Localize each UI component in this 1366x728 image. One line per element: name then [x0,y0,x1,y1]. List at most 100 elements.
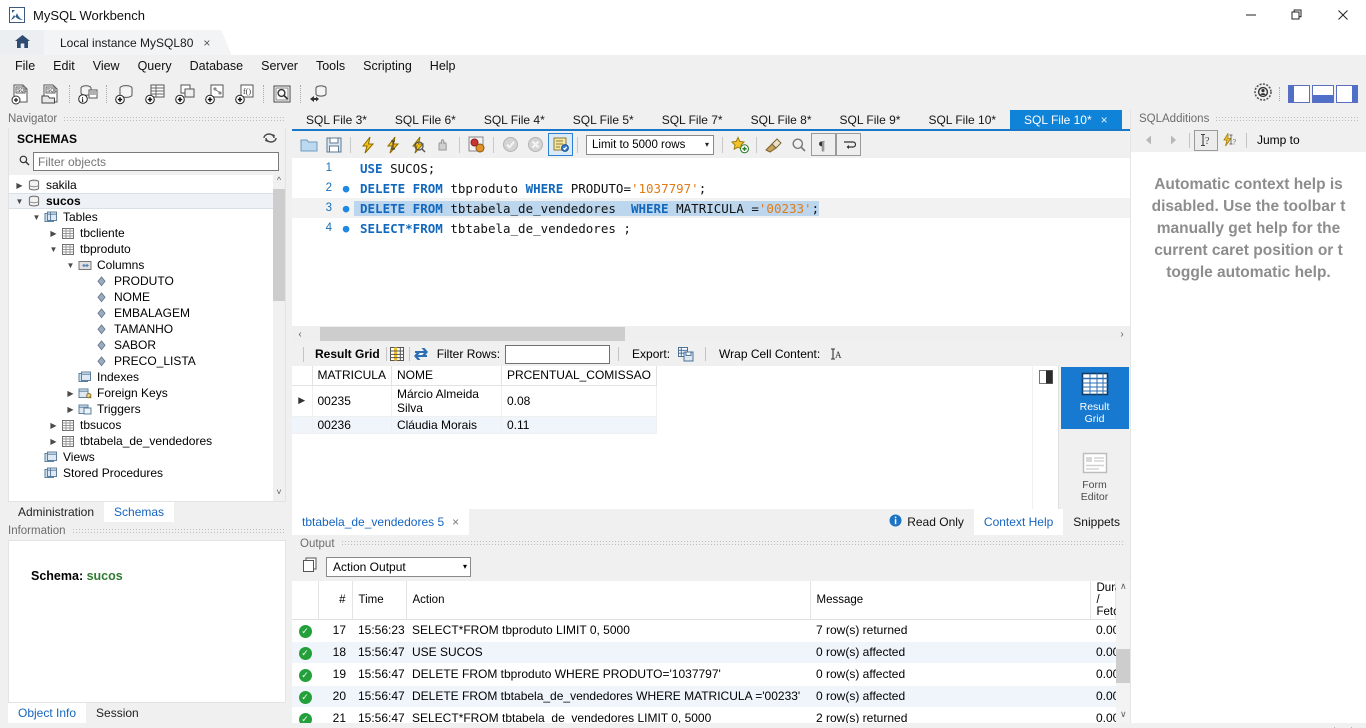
layout-secondary-sidebar-icon[interactable] [1336,84,1358,103]
tree-node-stored-procedures[interactable]: Stored Procedures [9,465,285,481]
fetch-rows-icon[interactable] [1038,370,1053,387]
chevron-right-icon[interactable]: ▶ [64,405,77,414]
chevron-right-icon[interactable]: ▶ [64,389,77,398]
tree-node-tables[interactable]: ▼ Tables [9,209,285,225]
create-procedure-icon[interactable] [200,80,230,107]
chevron-down-icon[interactable]: ▼ [64,261,77,270]
toggle-word-wrap-icon[interactable] [836,133,861,156]
row-limit-select[interactable]: Limit to 5000 rows ▾ [586,134,714,155]
result-column-header[interactable]: PRCENTUAL_COMISSAO [501,366,657,386]
sql-tab-0[interactable]: SQL File 3* [292,110,381,129]
new-sql-tab-icon[interactable]: SQL [6,80,36,107]
chevron-right-icon[interactable]: ▶ [47,421,60,430]
statement-marker-icon[interactable]: ● [338,182,354,195]
toggle-autocommit-icon[interactable] [548,133,573,156]
output-panel-icon[interactable] [302,557,318,576]
tab-object-info[interactable]: Object Info [8,703,87,723]
sql-tab-1[interactable]: SQL File 6* [381,110,470,129]
chevron-down-icon[interactable]: ▼ [13,197,26,206]
result-cell[interactable]: 00236 [312,416,392,434]
tab-administration[interactable]: Administration [8,502,104,522]
menu-database[interactable]: Database [181,57,253,75]
chevron-down-icon[interactable]: ▾ [705,140,709,149]
new-snippet-icon[interactable] [727,133,752,156]
chevron-right-icon[interactable]: ▶ [13,181,26,190]
scrollbar-thumb[interactable] [273,189,285,301]
beautify-query-icon[interactable] [761,133,786,156]
search-data-icon[interactable] [267,80,297,107]
find-icon[interactable] [786,133,811,156]
editor-horizontal-scrollbar[interactable]: ‹ › [292,326,1130,342]
scrollbar-track[interactable] [308,327,1114,341]
home-tab[interactable] [0,30,44,55]
result-grid-button[interactable]: Result Grid [1060,367,1129,429]
layout-sidebar-icon[interactable] [1288,84,1310,103]
tree-node-embalagem[interactable]: EMBALAGEM [9,305,285,321]
list-item[interactable]: ✓ 17 15:56:23 SELECT*FROM tbproduto LIMIT 0… [292,619,1116,642]
chevron-down-icon[interactable]: ▾ [463,562,467,571]
chevron-right-icon[interactable]: ▶ [47,437,60,446]
tree-node-nome[interactable]: NOME [9,289,285,305]
code-line-2[interactable]: 2 ● DELETE FROM tbproduto WHERE PRODUTO='1… [292,178,1130,198]
toggle-stop-on-error-icon[interactable] [464,133,489,156]
connect-to-database-icon[interactable]: i [73,80,103,107]
scroll-right-icon[interactable]: › [1114,329,1130,340]
menu-edit[interactable]: Edit [44,57,84,75]
save-file-icon[interactable] [321,133,346,156]
jump-to-label[interactable]: Jump to [1251,133,1300,147]
output-type-select[interactable]: Action Output ▾ [326,556,471,577]
tree-node-sabor[interactable]: SABOR [9,337,285,353]
sql-tab-2[interactable]: SQL File 4* [470,110,559,129]
table-row[interactable]: 00236 Cláudia Morais 0.11 [292,416,657,434]
scroll-left-icon[interactable]: ‹ [292,329,308,340]
result-cell[interactable]: Márcio Almeida Silva [391,385,502,417]
auto-context-help-icon[interactable]: ? [1218,130,1242,151]
result-cell[interactable]: 0.11 [501,416,657,434]
sql-tab-5[interactable]: SQL File 8* [737,110,826,129]
list-item[interactable]: ✓ 20 15:56:47 DELETE FROM tbtabela_de_vende… [292,685,1116,708]
table-row[interactable]: ▶ 00235 Márcio Almeida Silva 0.08 [292,385,657,417]
result-cell[interactable]: 0.08 [501,385,657,417]
result-cell[interactable]: Cláudia Morais [391,416,502,434]
nav-forward-icon[interactable] [1161,130,1185,151]
action-output-scrollbar[interactable]: ∧ ∨ [1116,580,1130,723]
menu-file[interactable]: File [6,57,44,75]
tree-node-views[interactable]: Views [9,449,285,465]
refresh-arrows-icon[interactable] [410,344,432,364]
tree-node-sucos[interactable]: ▼ sucos [9,193,285,209]
tree-node-columns[interactable]: ▼ Columns [9,257,285,273]
admin-target-icon[interactable] [1253,82,1273,105]
result-cell[interactable]: 00235 [312,385,392,417]
list-item[interactable]: ✓ 18 15:56:47 USE SUCOS 0 row(s) affected 0.0… [292,641,1116,664]
wrap-cell-icon[interactable]: A [825,344,847,364]
statement-marker-icon[interactable]: ● [338,202,354,215]
chevron-down-icon[interactable]: ▼ [30,213,43,222]
form-editor-button[interactable]: Form Editor [1064,447,1126,507]
scroll-down-icon[interactable]: ∨ [1116,709,1130,723]
open-file-icon[interactable] [296,133,321,156]
sql-tab-8[interactable]: SQL File 10* × [1010,110,1122,129]
toggle-invisible-chars-icon[interactable]: ¶ [811,133,836,156]
close-icon[interactable]: × [1101,113,1108,127]
sql-tab-3[interactable]: SQL File 5* [559,110,648,129]
commit-transaction-icon[interactable] [498,133,523,156]
execute-current-statement-icon[interactable] [380,133,405,156]
menu-query[interactable]: Query [129,57,181,75]
tree-node-tbtabela-de-vendedores[interactable]: ▶ tbtabela_de_vendedores [9,433,285,449]
tree-node-sakila[interactable]: ▶ sakila [9,177,285,193]
code-line-4[interactable]: 4 ● SELECT*FROM tbtabela_de_vendedores ; [292,218,1130,238]
connection-tab-local-instance[interactable]: Local instance MySQL80 × [44,30,231,55]
stop-execution-icon[interactable] [430,133,455,156]
menu-help[interactable]: Help [421,57,465,75]
menu-view[interactable]: View [84,57,129,75]
statement-marker-icon[interactable]: ● [338,222,354,235]
scroll-up-icon[interactable]: ^ [273,175,285,189]
result-column-header[interactable]: NOME [391,366,502,386]
explain-statement-icon[interactable] [405,133,430,156]
tree-node-tbsucos[interactable]: ▶ tbsucos [9,417,285,433]
close-icon[interactable]: × [203,36,210,50]
tab-snippets[interactable]: Snippets [1063,509,1130,535]
tree-node-foreign-keys[interactable]: ▶ Foreign Keys [9,385,285,401]
minimize-button[interactable] [1228,0,1274,30]
close-icon[interactable]: × [452,515,459,529]
